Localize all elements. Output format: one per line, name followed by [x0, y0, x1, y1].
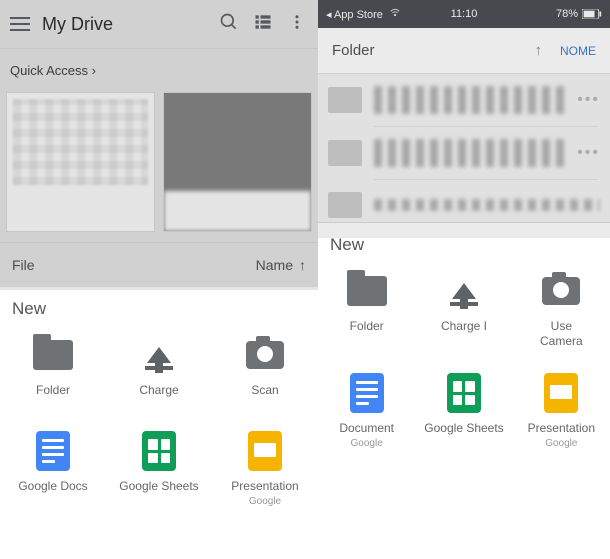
new-docs-button[interactable]: Document Google — [318, 371, 415, 453]
docs-icon — [347, 375, 387, 411]
list-view-icon[interactable] — [252, 12, 274, 37]
upload-button[interactable]: Charge I — [415, 269, 512, 353]
folder-icon — [347, 273, 387, 309]
camera-icon — [541, 273, 581, 309]
ios-drive-panel: ◂ App Store 11:10 78% Folder ↑ NOME ••• … — [318, 0, 610, 559]
sheet-row: Folder Charge Scan — [0, 325, 318, 421]
slides-icon — [245, 433, 285, 469]
file-name-blurred — [374, 86, 565, 114]
new-bottom-sheet-left: New Folder Charge Scan Google Docs — [0, 287, 318, 521]
item-more-icon[interactable]: ••• — [577, 91, 600, 109]
item-more-icon[interactable]: ••• — [577, 144, 600, 162]
sort-arrow-icon[interactable]: ↑ — [299, 257, 306, 273]
thumbnail[interactable] — [163, 92, 312, 232]
file-name-blurred — [374, 139, 565, 167]
battery-icon — [582, 9, 602, 19]
file-thumb-icon — [328, 140, 362, 166]
new-slides-button[interactable]: Presentation Google — [513, 371, 610, 453]
menu-icon[interactable] — [10, 17, 30, 31]
new-bottom-sheet-right: New Folder Charge I Use Camera Document — [318, 222, 610, 463]
camera-icon — [245, 337, 285, 373]
battery-percent: 78% — [556, 8, 578, 20]
search-icon[interactable] — [218, 12, 240, 37]
back-to-app[interactable]: ◂ App Store — [326, 8, 383, 21]
android-drive-panel: My Drive Quick Access › File Name ↑ New … — [0, 0, 318, 559]
status-time: 11:10 — [451, 8, 478, 20]
docs-icon — [33, 433, 73, 469]
scan-button[interactable]: Scan — [212, 333, 318, 411]
sheet-title: New — [0, 287, 318, 325]
wifi-icon — [389, 8, 401, 21]
sheet-row: Google Docs Google Sheets Presentation G… — [0, 421, 318, 521]
quick-access-label[interactable]: Quick Access › — [0, 48, 318, 92]
new-folder-button[interactable]: Folder — [318, 269, 415, 353]
slides-icon — [541, 375, 581, 411]
page-title: My Drive — [42, 14, 206, 35]
file-thumb-icon — [328, 192, 362, 218]
list-item[interactable] — [318, 180, 610, 222]
upload-button[interactable]: Charge — [106, 333, 212, 411]
use-camera-button[interactable]: Use Camera — [513, 269, 610, 353]
new-sheets-button[interactable]: Google Sheets — [106, 429, 212, 511]
file-thumb-icon — [328, 87, 362, 113]
right-header: Folder ↑ NOME — [318, 28, 610, 74]
thumbnail[interactable] — [6, 92, 155, 232]
sort-label[interactable]: Name — [256, 257, 293, 273]
upload-icon — [444, 273, 484, 309]
folder-title: Folder — [332, 42, 375, 59]
sort-arrow-icon[interactable]: ↑ — [535, 42, 543, 59]
file-label: File — [12, 257, 35, 273]
sheet-title: New — [318, 223, 610, 261]
left-header: My Drive — [0, 0, 318, 48]
sheet-row: Document Google Google Sheets Presentati… — [318, 363, 610, 463]
list-item[interactable]: ••• — [318, 127, 610, 179]
more-icon[interactable] — [286, 13, 308, 36]
sort-name-button[interactable]: NOME — [560, 44, 596, 58]
file-name-blurred — [374, 199, 600, 211]
sheets-icon — [444, 375, 484, 411]
list-item[interactable]: ••• — [318, 74, 610, 126]
sheet-row: Folder Charge I Use Camera — [318, 261, 610, 363]
quick-access-thumbnails — [0, 92, 318, 242]
new-folder-button[interactable]: Folder — [0, 333, 106, 411]
file-sort-bar: File Name ↑ — [0, 242, 318, 287]
new-slides-button[interactable]: Presentation Google — [212, 429, 318, 511]
folder-icon — [33, 337, 73, 373]
ios-status-bar: ◂ App Store 11:10 78% — [318, 0, 610, 28]
new-docs-button[interactable]: Google Docs — [0, 429, 106, 511]
sheets-icon — [139, 433, 179, 469]
upload-icon — [139, 337, 179, 373]
new-sheets-button[interactable]: Google Sheets — [415, 371, 512, 453]
file-list: ••• ••• — [318, 74, 610, 222]
